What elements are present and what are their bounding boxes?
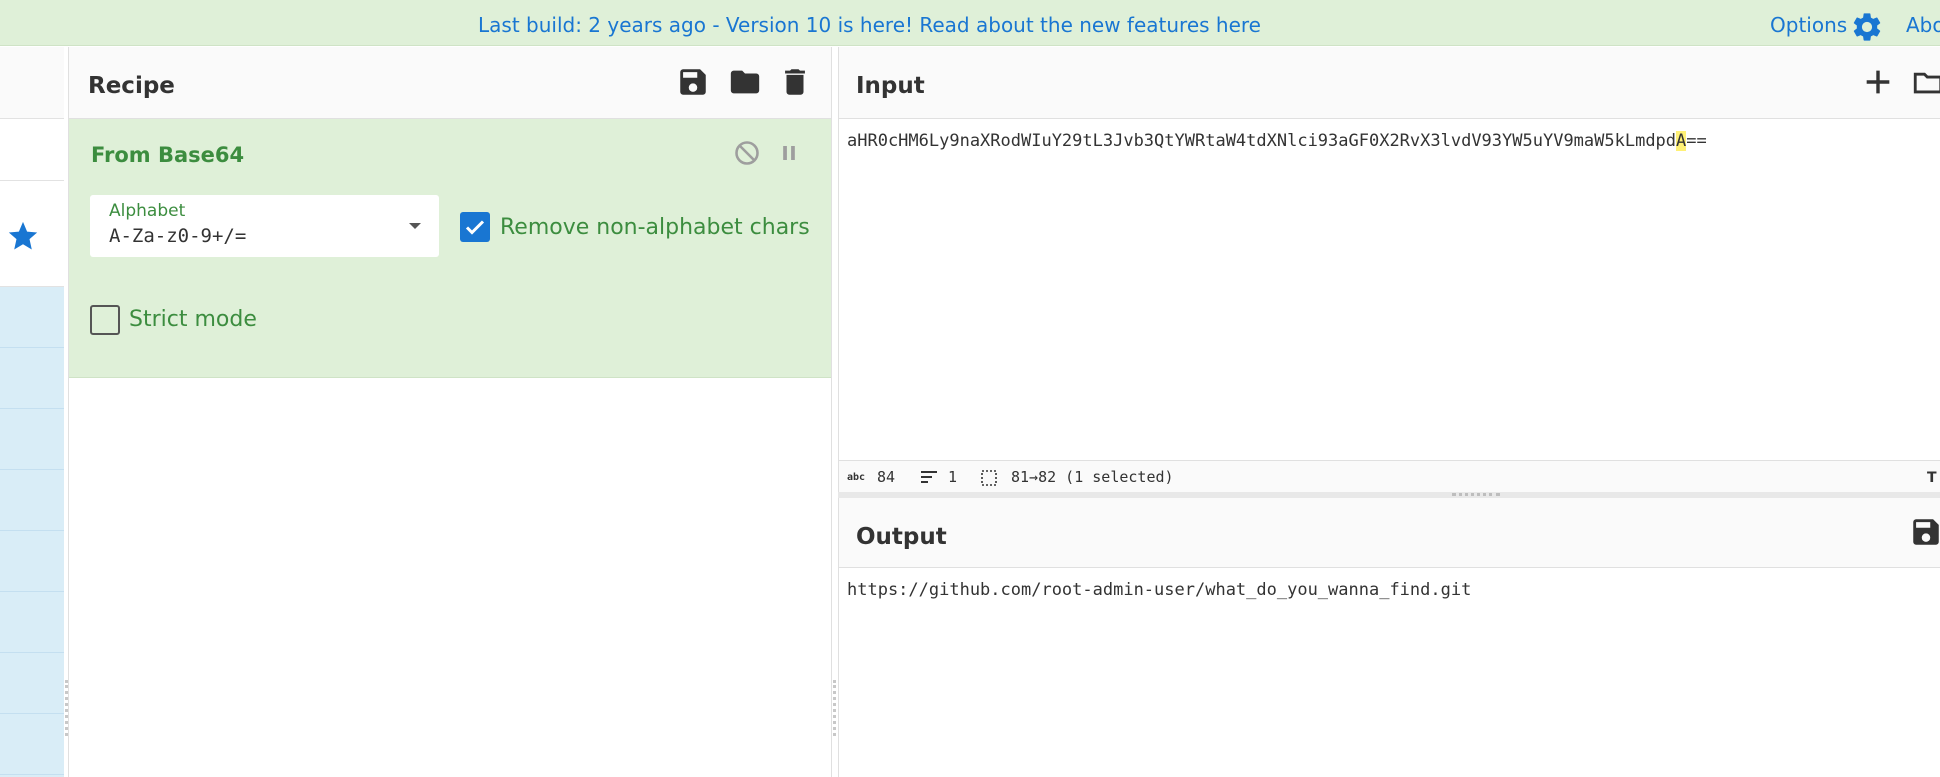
star-icon bbox=[8, 221, 38, 250]
about-link[interactable]: Abo bbox=[1906, 13, 1940, 37]
svg-text:T: T bbox=[1927, 470, 1937, 485]
alphabet-value: A-Za-z0-9+/= bbox=[109, 225, 247, 247]
folder-icon[interactable] bbox=[1911, 65, 1940, 99]
category-item[interactable] bbox=[0, 653, 64, 714]
recipe-header: Recipe bbox=[69, 47, 831, 119]
remove-non-alphabet-label[interactable]: Remove non-alphabet chars bbox=[500, 215, 810, 240]
operations-blank-row bbox=[0, 119, 64, 181]
options-link[interactable]: Options bbox=[1770, 13, 1847, 37]
save-icon[interactable] bbox=[676, 65, 710, 99]
recipe-panel: Recipe From Base64 Alphabet A-Za-z0-9+/= bbox=[65, 47, 832, 777]
input-text-tail: == bbox=[1686, 131, 1707, 151]
strict-mode-label[interactable]: Strict mode bbox=[129, 307, 257, 332]
chevron-down-icon bbox=[409, 223, 421, 229]
remove-non-alphabet-checkbox[interactable] bbox=[460, 212, 490, 242]
category-item[interactable] bbox=[0, 409, 64, 470]
folder-icon[interactable] bbox=[728, 65, 762, 99]
save-icon[interactable] bbox=[1909, 515, 1940, 549]
alphabet-select[interactable]: Alphabet A-Za-z0-9+/= bbox=[90, 195, 439, 257]
output-textarea[interactable]: https://github.com/root-admin-user/what_… bbox=[847, 580, 1471, 600]
category-item[interactable] bbox=[0, 287, 64, 348]
input-header: Input bbox=[839, 47, 1940, 119]
category-list bbox=[0, 287, 64, 777]
favourites-category[interactable] bbox=[0, 181, 64, 287]
char-count: 84 bbox=[877, 468, 896, 486]
splitter-grip[interactable] bbox=[1452, 493, 1500, 497]
category-item[interactable] bbox=[0, 531, 64, 592]
input-status-bar: abc 84 1 81→82 (1 selected) T bbox=[839, 460, 1940, 492]
recipe-resize-handle[interactable] bbox=[65, 680, 69, 736]
operations-search-area[interactable] bbox=[0, 47, 64, 119]
char-count-icon: abc bbox=[847, 472, 865, 483]
disable-icon[interactable] bbox=[733, 139, 761, 167]
svg-text:abc: abc bbox=[847, 472, 865, 483]
input-title: Input bbox=[856, 73, 925, 99]
trash-icon[interactable] bbox=[778, 65, 812, 99]
selection-icon bbox=[981, 470, 997, 486]
alphabet-label: Alphabet bbox=[109, 201, 186, 221]
pause-icon[interactable] bbox=[775, 139, 803, 167]
category-item[interactable] bbox=[0, 470, 64, 531]
output-title: Output bbox=[856, 524, 947, 550]
version-notice-link[interactable]: Last build: 2 years ago - Version 10 is … bbox=[478, 13, 1261, 37]
input-selection: A bbox=[1676, 131, 1687, 151]
strict-mode-checkbox[interactable] bbox=[90, 305, 120, 335]
gear-icon[interactable] bbox=[1850, 10, 1884, 44]
recipe-title: Recipe bbox=[88, 73, 175, 99]
line-count-icon bbox=[921, 471, 937, 483]
text-format-icon[interactable]: T bbox=[1927, 469, 1940, 485]
category-item[interactable] bbox=[0, 348, 64, 409]
output-panel: Output https://github.com/root-admin-use… bbox=[838, 498, 1940, 777]
plus-icon[interactable] bbox=[1861, 65, 1895, 99]
category-item[interactable] bbox=[0, 592, 64, 653]
top-banner: Last build: 2 years ago - Version 10 is … bbox=[0, 0, 1940, 46]
input-textarea[interactable]: aHR0cHM6Ly9naXRodWIuY29tL3Jvb3QtYWRtaW4t… bbox=[847, 131, 1707, 151]
checkmark-icon bbox=[465, 220, 485, 235]
category-item[interactable] bbox=[0, 714, 64, 775]
input-panel: Input aHR0cHM6Ly9naXRodWIuY29tL3Jvb3QtYW… bbox=[838, 47, 1940, 497]
output-header: Output bbox=[839, 498, 1940, 568]
operation-from-base64: From Base64 Alphabet A-Za-z0-9+/= Remove… bbox=[69, 119, 831, 378]
io-resize-handle[interactable] bbox=[833, 680, 837, 736]
selection-range: 81→82 (1 selected) bbox=[1011, 468, 1174, 486]
input-text: aHR0cHM6Ly9naXRodWIuY29tL3Jvb3QtYWRtaW4t… bbox=[847, 131, 1677, 151]
operations-categories bbox=[0, 47, 64, 777]
line-count: 1 bbox=[948, 468, 958, 486]
operation-title: From Base64 bbox=[91, 143, 245, 167]
